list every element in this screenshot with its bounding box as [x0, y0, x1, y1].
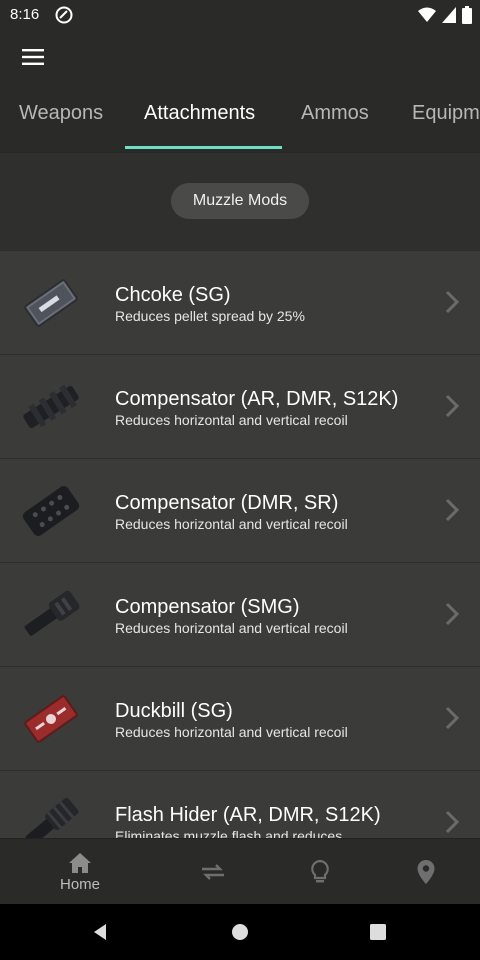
list-item[interactable]: Compensator (SMG) Reduces horizontal and…: [0, 562, 480, 666]
battery-icon: [462, 6, 472, 29]
list-item[interactable]: Compensator (AR, DMR, S12K) Reduces hori…: [0, 354, 480, 458]
item-description: Reduces horizontal and vertical recoil: [115, 516, 348, 532]
chevron-right-icon: [445, 602, 460, 626]
tab-attachments[interactable]: Attachments: [144, 102, 255, 125]
item-title: Flash Hider (AR, DMR, S12K): [115, 804, 381, 826]
wifi-icon: [418, 7, 436, 28]
location-pin-icon: [417, 860, 435, 884]
item-title: Compensator (AR, DMR, S12K): [115, 388, 399, 410]
duckbill-thumbnail: [18, 687, 84, 751]
nav-home-label: Home: [59, 875, 100, 893]
attachment-list: Chcoke (SG) Reduces pellet spread by 25%…: [0, 250, 480, 838]
compensator-dmr-thumbnail: [18, 479, 84, 543]
status-icons: [418, 6, 472, 29]
item-title: Compensator (SMG): [115, 596, 300, 618]
list-item[interactable]: Compensator (DMR, SR) Reduces horizontal…: [0, 458, 480, 562]
list-item[interactable]: Chcoke (SG) Reduces pellet spread by 25%: [0, 250, 480, 354]
home-icon: [69, 852, 91, 873]
chevron-right-icon: [445, 706, 460, 730]
tab-indicator: [125, 146, 282, 149]
chevron-right-icon: [445, 810, 460, 834]
recents-button[interactable]: [366, 920, 390, 944]
bottom-nav: Home: [0, 838, 480, 905]
chevron-right-icon: [445, 394, 460, 418]
flash-hider-thumbnail: [18, 791, 84, 838]
recents-square-icon: [370, 924, 386, 940]
item-title: Chcoke (SG): [115, 284, 231, 306]
menu-button[interactable]: [14, 42, 52, 72]
signal-icon: [442, 7, 456, 28]
category-tabs: Weapons Attachments Ammos Equipm: [0, 80, 480, 152]
home-circle-icon: [232, 924, 248, 940]
nav-compare[interactable]: [153, 839, 273, 905]
tab-weapons[interactable]: Weapons: [19, 102, 103, 125]
system-nav-bar: [0, 904, 480, 960]
back-button[interactable]: [88, 920, 112, 944]
compensator-ar-thumbnail: [18, 375, 84, 439]
chevron-right-icon: [445, 498, 460, 522]
item-description: Reduces horizontal and vertical recoil: [115, 620, 348, 636]
status-bar: 8:16: [0, 0, 480, 32]
home-system-button[interactable]: [228, 920, 252, 944]
compensator-smg-thumbnail: [18, 583, 84, 647]
nav-tips[interactable]: [260, 839, 380, 905]
list-item[interactable]: Flash Hider (AR, DMR, S12K) Eliminates m…: [0, 770, 480, 838]
item-title: Compensator (DMR, SR): [115, 492, 339, 514]
do-not-disturb-icon: [55, 6, 73, 29]
choke-thumbnail: [18, 271, 84, 335]
list-item[interactable]: Duckbill (SG) Reduces horizontal and ver…: [0, 666, 480, 770]
lightbulb-icon: [311, 859, 329, 883]
item-description: Eliminates muzzle flash and reduces: [115, 828, 343, 838]
compare-arrows-icon: [202, 864, 224, 880]
nav-home[interactable]: Home: [20, 839, 140, 905]
hamburger-icon: [22, 49, 44, 65]
muzzle-mods-chip[interactable]: Muzzle Mods: [171, 183, 309, 219]
app-bar: [0, 32, 480, 80]
item-description: Reduces pellet spread by 25%: [115, 308, 305, 324]
status-time: 8:16: [10, 6, 40, 23]
tab-ammos[interactable]: Ammos: [301, 102, 369, 125]
chevron-right-icon: [445, 290, 460, 314]
filter-area: Muzzle Mods: [0, 152, 480, 251]
nav-map[interactable]: [366, 839, 480, 905]
tab-equipment[interactable]: Equipm: [412, 102, 480, 125]
item-description: Reduces horizontal and vertical recoil: [115, 412, 348, 428]
back-triangle-icon: [94, 924, 106, 940]
item-title: Duckbill (SG): [115, 700, 233, 722]
item-description: Reduces horizontal and vertical recoil: [115, 724, 348, 740]
